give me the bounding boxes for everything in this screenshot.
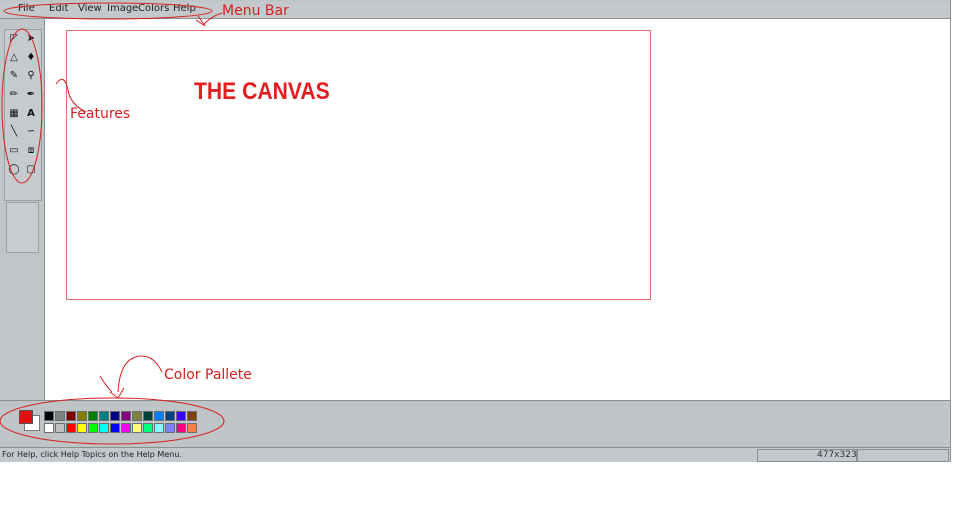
menu-bar-annotation-ellipse <box>3 2 213 20</box>
features-annotation-label: Features <box>70 106 131 122</box>
palette-annotation-ellipse <box>0 397 225 445</box>
annotation-overlay <box>0 2 225 445</box>
palette-annotation-arrow <box>117 355 163 393</box>
menu-bar-annotation-label: Menu Bar <box>222 3 289 19</box>
palette-annotation-curl <box>99 375 113 393</box>
menu-bar-arrowhead <box>195 15 206 27</box>
features-annotation-ellipse <box>1 28 43 184</box>
menu-bar-annotation-arrow <box>203 12 223 25</box>
palette-annotation-label: Color Pallete <box>164 367 252 383</box>
palette-arrowhead <box>109 387 125 399</box>
